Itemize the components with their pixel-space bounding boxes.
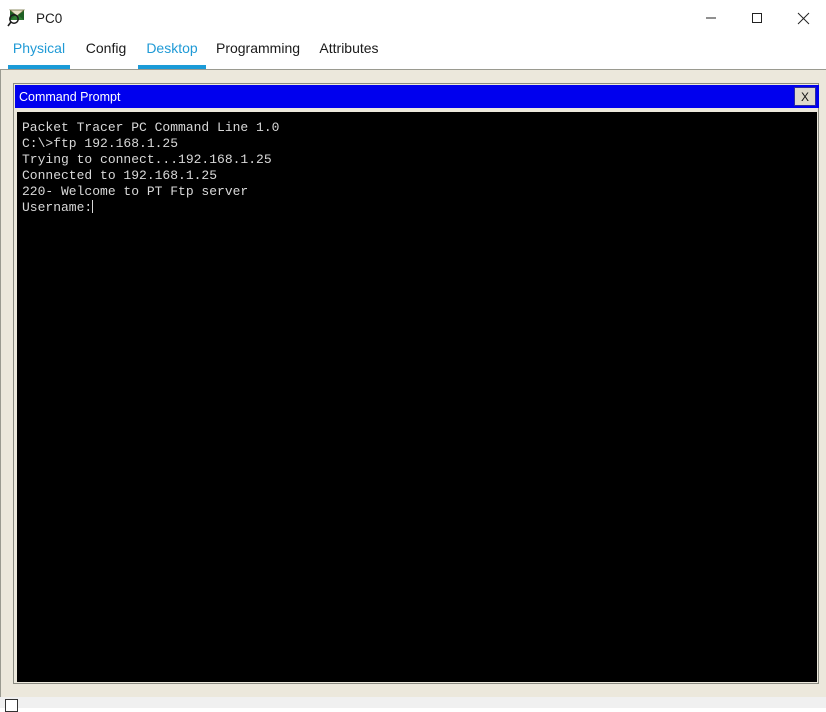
tab-desktop[interactable]: Desktop <box>138 36 206 69</box>
close-icon[interactable] <box>780 0 826 36</box>
terminal-lines: Packet Tracer PC Command Line 1.0 C:\>ftp… <box>22 120 817 216</box>
terminal-line: Username: <box>22 200 94 215</box>
command-prompt-title: Command Prompt <box>19 89 121 104</box>
bottom-strip <box>0 697 826 708</box>
bottom-checkbox[interactable] <box>5 699 18 712</box>
tab-label: Desktop <box>146 40 198 56</box>
desktop-panel: Command Prompt X Packet Tracer PC Comman… <box>0 69 826 697</box>
tab-config[interactable]: Config <box>78 36 134 69</box>
tab-label: Attributes <box>319 40 379 56</box>
tab-attributes[interactable]: Attributes <box>310 36 388 69</box>
terminal-line: Packet Tracer PC Command Line 1.0 <box>22 120 280 135</box>
tab-label: Config <box>85 40 127 56</box>
tab-programming[interactable]: Programming <box>210 36 306 69</box>
terminal-line: C:\>ftp 192.168.1.25 <box>22 136 179 151</box>
window-controls <box>688 0 826 36</box>
packet-tracer-pc-icon <box>6 7 28 29</box>
device-tabs: Physical Config Desktop Programming Attr… <box>0 36 826 69</box>
window-titlebar: PC0 <box>0 0 826 36</box>
window-title: PC0 <box>36 10 63 26</box>
maximize-icon[interactable] <box>734 0 780 36</box>
command-prompt-close-button[interactable]: X <box>794 87 816 106</box>
tab-label: Programming <box>215 40 301 56</box>
command-prompt-window: Command Prompt X Packet Tracer PC Comman… <box>13 83 819 684</box>
terminal-line: Trying to connect...192.168.1.25 <box>22 152 272 167</box>
terminal-output-area[interactable]: Packet Tracer PC Command Line 1.0 C:\>ftp… <box>17 112 817 682</box>
terminal-line: Connected to 192.168.1.25 <box>22 168 218 183</box>
terminal-cursor <box>92 200 94 213</box>
command-prompt-titlebar[interactable]: Command Prompt X <box>15 85 819 108</box>
minimize-icon[interactable] <box>688 0 734 36</box>
terminal-line: 220- Welcome to PT Ftp server <box>22 184 249 199</box>
tab-label: Physical <box>12 40 66 56</box>
tab-physical[interactable]: Physical <box>8 36 70 69</box>
